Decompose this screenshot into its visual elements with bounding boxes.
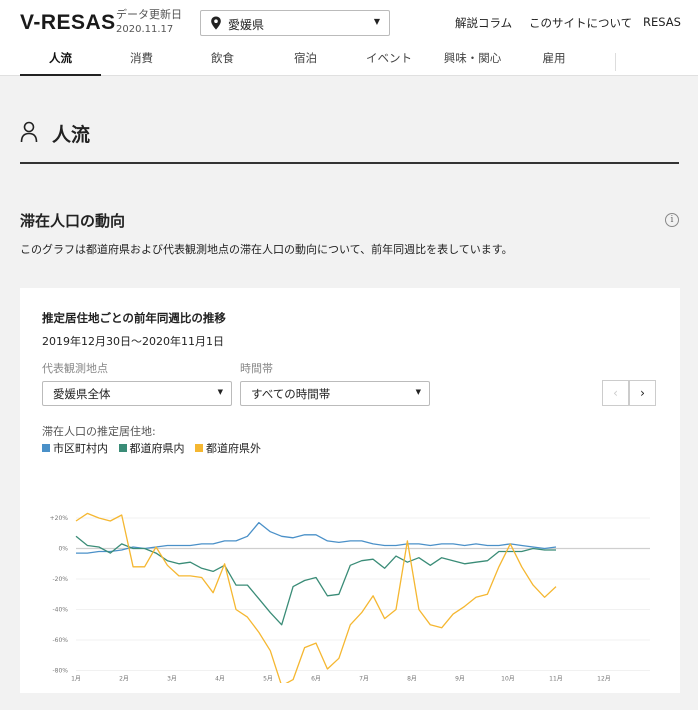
time-select[interactable]: すべての時間帯 ▼ [240, 381, 430, 406]
series-line-2 [75, 535, 556, 626]
tab-consumption[interactable]: 消費 [101, 50, 182, 76]
x-tick-label: 4月 [215, 676, 225, 683]
prefecture-value: 愛媛県 [228, 18, 265, 32]
x-tick-label: 12月 [597, 676, 611, 683]
logo[interactable]: V-RESAS [20, 11, 116, 35]
x-tick-label: 5月 [263, 676, 273, 683]
x-tick-label: 3月 [167, 676, 177, 683]
link-about[interactable]: このサイトについて [529, 15, 632, 31]
update-label: データ更新日 [116, 8, 182, 21]
tab-employment[interactable]: 雇用 [515, 50, 593, 76]
legend-label: 都道府県内 [129, 442, 185, 455]
tab-lodging[interactable]: 宿泊 [263, 50, 348, 76]
link-column[interactable]: 解説コラム [455, 15, 512, 31]
legend-swatch [118, 444, 127, 452]
line-chart: +20% 0% -20% -40% -60% -80%1月 2月 3月 4月 5月 6月 7月 8月 9月… [50, 512, 650, 683]
point-select[interactable]: 愛媛県全体 ▼ [42, 381, 232, 406]
page-title: 人流 [52, 124, 91, 146]
legend-item[interactable]: 市区町村内 [42, 442, 108, 455]
update-date: 2020.11.17 [116, 24, 174, 35]
link-resas[interactable]: RESAS [643, 15, 681, 29]
chart-card: 推定居住地ごとの前年同週比の推移 2019年12月30日〜2020年11月1日 … [20, 288, 680, 693]
info-icon[interactable]: i [665, 213, 679, 227]
x-tick-label: 7月 [359, 676, 369, 683]
tab-people-flow[interactable]: 人流 [20, 50, 101, 76]
update-info: データ更新日 2020.11.17 [116, 7, 182, 37]
x-tick-label: 1月 [71, 676, 81, 683]
legend-item[interactable]: 都道府県外 [195, 442, 261, 455]
card-title: 推定居住地ごとの前年同週比の推移 [42, 311, 226, 325]
y-tick-label: -20% [52, 576, 68, 583]
y-tick-label: -80% [52, 668, 68, 675]
legend-swatch [42, 444, 50, 452]
x-tick-label: 11月 [549, 676, 563, 683]
tab-events[interactable]: イベント [348, 50, 430, 76]
y-tick-label: +20% [50, 515, 69, 522]
y-tick-label: -40% [52, 607, 68, 614]
time-select-value: すべての時間帯 [251, 387, 331, 401]
time-label: 時間帯 [240, 362, 273, 375]
section-title: 滞在人口の動向 [20, 212, 126, 230]
series-line-3 [75, 512, 557, 683]
point-select-value: 愛媛県全体 [53, 387, 111, 401]
legend-swatch [195, 444, 203, 452]
person-icon [20, 121, 38, 143]
x-tick-label: 8月 [407, 676, 417, 683]
legend-label: 市区町村内 [53, 442, 108, 455]
next-button[interactable]: › [629, 380, 656, 406]
tab-dining[interactable]: 飲食 [182, 50, 263, 76]
card-period: 2019年12月30日〜2020年11月1日 [42, 335, 224, 348]
point-label: 代表観測地点 [42, 362, 108, 375]
chevron-down-icon: ▼ [217, 388, 223, 396]
section-description: このグラフは都道府県および代表観測地点の滞在人口の動向について、前年同週比を表し… [20, 243, 513, 256]
x-tick-label: 2月 [119, 676, 129, 683]
legend-item[interactable]: 都道府県内 [118, 442, 185, 455]
header: V-RESAS データ更新日 2020.11.17 愛媛県 ▼ 解説コラム この… [0, 0, 698, 76]
y-tick-label: 0% [58, 546, 68, 553]
tab-interests[interactable]: 興味・関心 [430, 50, 515, 76]
chevron-down-icon: ▼ [415, 388, 421, 396]
legend-label: 都道府県外 [206, 442, 261, 455]
legend: 市区町村内 都道府県内 都道府県外 [42, 440, 268, 456]
legend-title: 滞在人口の推定居住地: [42, 425, 156, 438]
y-tick-label: -60% [52, 637, 68, 644]
title-divider [20, 162, 679, 164]
prev-button[interactable]: ‹ [602, 380, 629, 406]
x-tick-label: 9月 [455, 676, 465, 683]
x-tick-label: 6月 [311, 676, 321, 683]
prefecture-select[interactable]: 愛媛県 ▼ [200, 10, 390, 36]
chevron-down-icon: ▼ [373, 17, 380, 26]
location-pin-icon [211, 16, 221, 30]
tab-divider [615, 53, 616, 71]
x-tick-label: 10月 [501, 676, 515, 683]
